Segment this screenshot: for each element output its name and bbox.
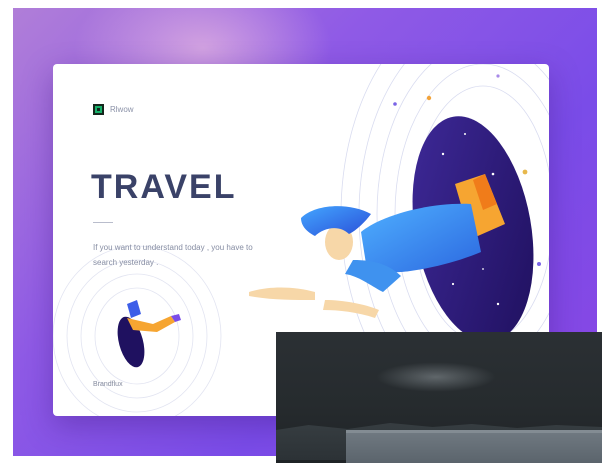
reaching-hand-upper xyxy=(249,287,315,300)
page-title: TRAVEL xyxy=(91,168,237,206)
title-divider xyxy=(93,222,113,223)
reaching-hand-lower xyxy=(323,300,379,318)
brand-footer: Brandflux xyxy=(93,381,123,388)
logo[interactable]: Rlwow xyxy=(93,104,134,115)
video-overlay xyxy=(276,332,602,463)
video-haze xyxy=(376,362,496,392)
square-logo-icon xyxy=(93,104,104,115)
video-screen xyxy=(346,430,602,463)
logo-text: Rlwow xyxy=(110,105,134,114)
tagline: If you want to understand today , you ha… xyxy=(93,243,253,267)
small-figure-legs xyxy=(127,316,175,332)
